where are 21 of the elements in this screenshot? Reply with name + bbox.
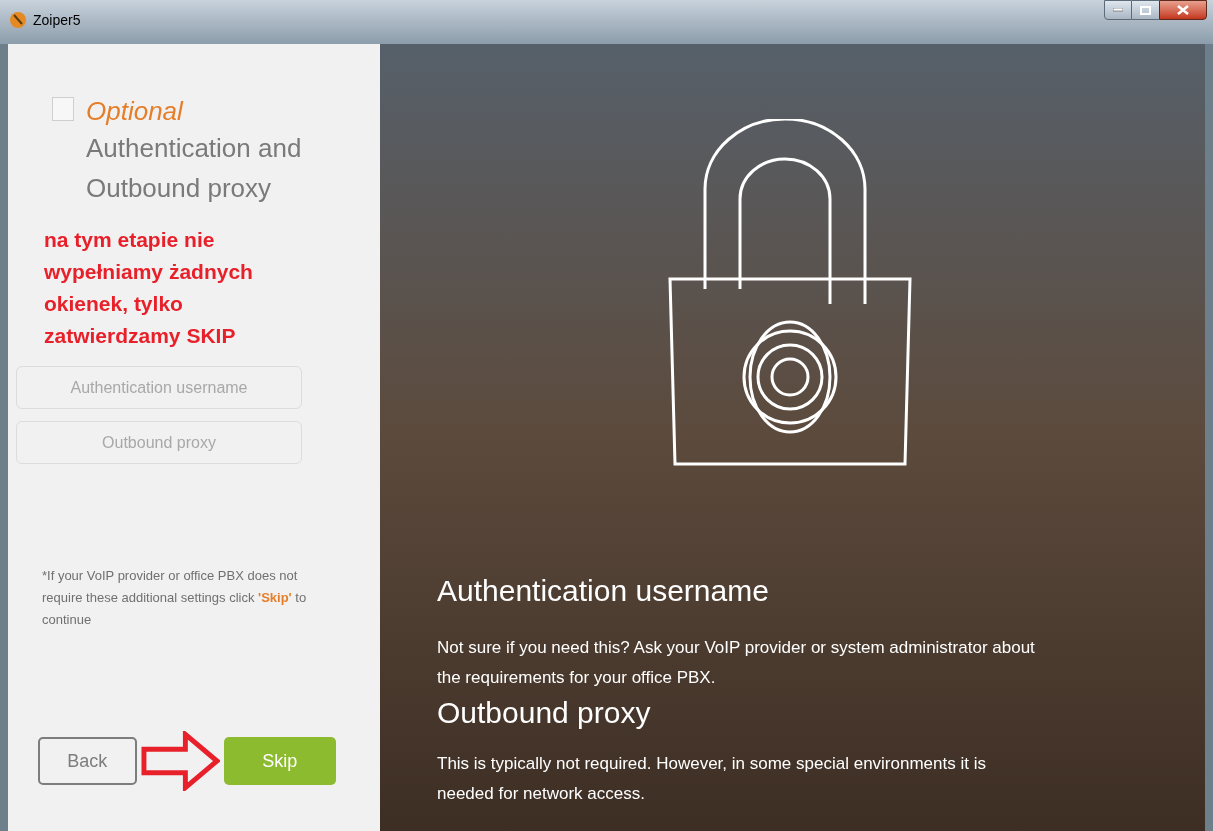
text-input-field[interactable]: Outbound proxy [16,421,302,464]
app-logo-icon [8,9,28,29]
maximize-button[interactable] [1132,0,1159,20]
info-text: Not sure if you need this? Ask your VoIP provider or system administrator about the requirements for your office PBX. [437,637,1036,689]
optional-label: Optional [86,95,185,128]
minimize-button[interactable] [1104,0,1132,20]
skip-button[interactable]: Skip [223,737,336,785]
close-button[interactable] [1159,0,1207,20]
close-icon [1177,5,1189,15]
text-input-field[interactable]: Authentication username [16,366,302,409]
back-button[interactable]: Back [38,737,137,785]
info-heading: Authentication username [437,573,770,609]
window-title: Zoiper5 [33,11,81,30]
optional-checkbox[interactable] [52,97,74,121]
annotation-text: na tym etapie nie wypełniamy żadnych okienek, tylko zatwierdzamy SKIP [44,227,254,349]
info-text: This is typically not required. However, in some special environments it is needed for network access. [437,753,987,805]
info-heading: Outbound proxy [437,695,652,731]
skip-hint-text: *If your VoIP provider or office PBX does not require these additional settings click 'Skip' to continue [42,567,308,629]
maximize-icon [1140,5,1151,15]
minimize-icon [1113,8,1123,12]
section-heading: Authentication and Outbound proxy [86,132,303,205]
